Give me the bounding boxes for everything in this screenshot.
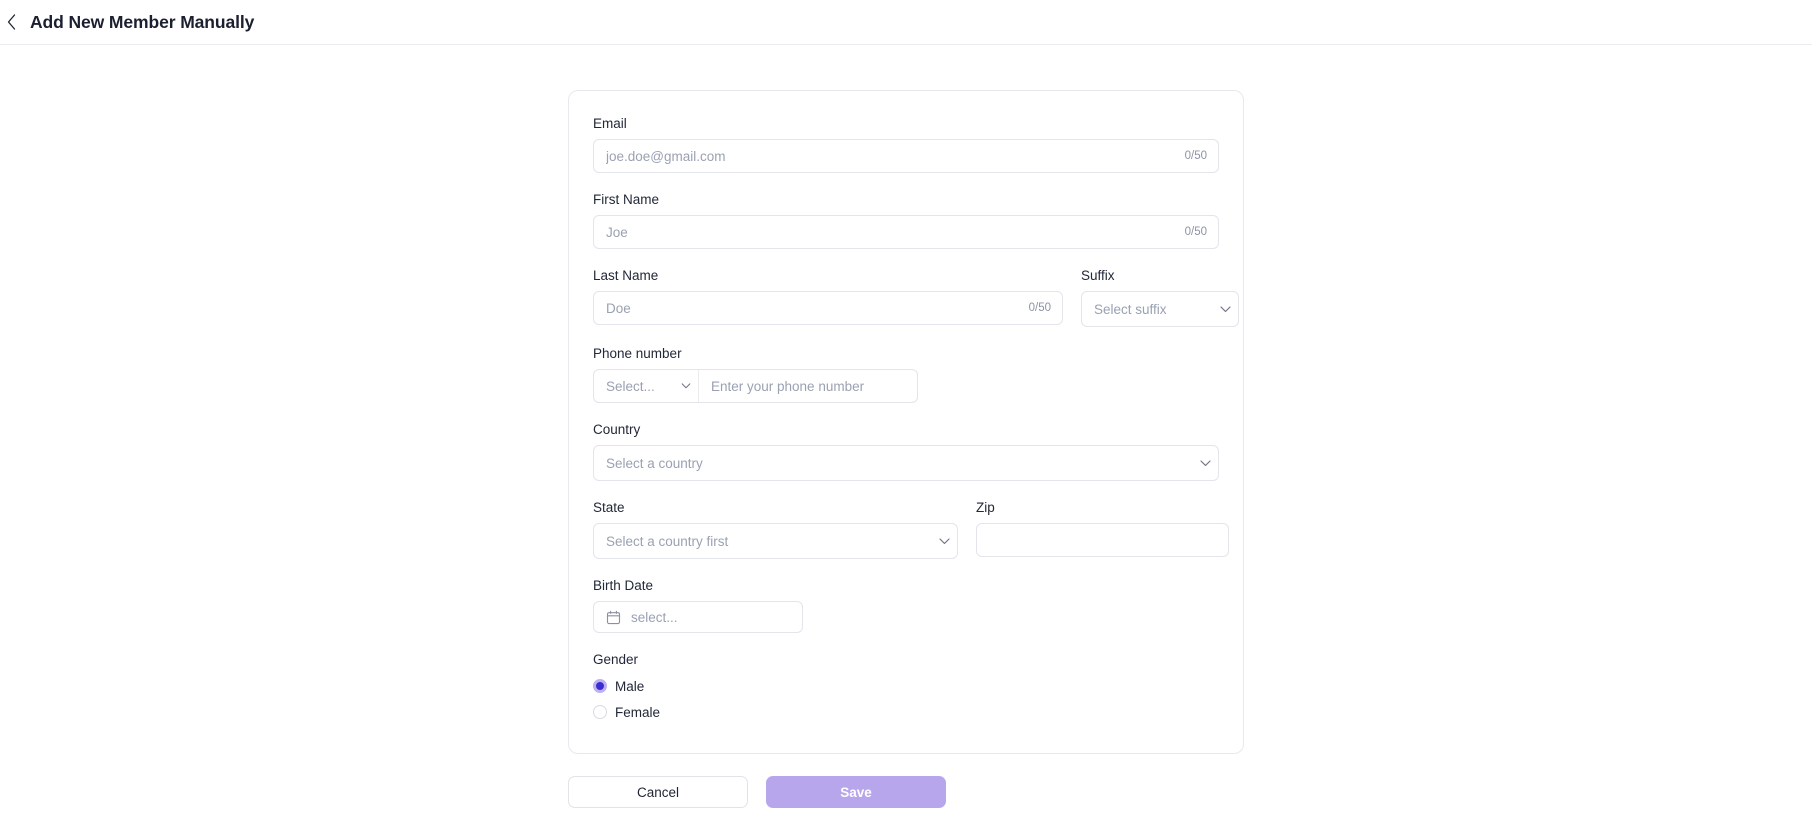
first-name-input-shell[interactable]: 0/50 bbox=[593, 215, 1219, 249]
chevron-down-icon bbox=[1212, 305, 1238, 313]
field-email: Email 0/50 bbox=[593, 115, 1219, 173]
phone-country-code-select[interactable]: Select... bbox=[594, 370, 699, 402]
field-zip: Zip bbox=[976, 499, 1229, 559]
birth-date-picker[interactable]: select... bbox=[593, 601, 803, 633]
suffix-label: Suffix bbox=[1081, 268, 1115, 283]
last-name-input-shell[interactable]: 0/50 bbox=[593, 291, 1063, 325]
save-button[interactable]: Save bbox=[766, 776, 946, 808]
gender-option-female[interactable]: Female bbox=[593, 701, 1219, 723]
cancel-button[interactable]: Cancel bbox=[568, 776, 748, 808]
country-select-value: Select a country bbox=[606, 455, 703, 471]
phone-combo: Select... bbox=[593, 369, 918, 403]
first-name-counter: 0/50 bbox=[1184, 226, 1207, 238]
radio-male-indicator[interactable] bbox=[593, 679, 607, 693]
email-input-shell[interactable]: 0/50 bbox=[593, 139, 1219, 173]
gender-radio-group: Male Female bbox=[593, 675, 1219, 723]
first-name-input[interactable] bbox=[594, 216, 1185, 248]
first-name-label: First Name bbox=[593, 192, 660, 207]
gender-option-male-label: Male bbox=[615, 678, 645, 694]
page-title: Add New Member Manually bbox=[30, 11, 255, 32]
field-first-name: First Name 0/50 bbox=[593, 191, 1219, 249]
last-name-input[interactable] bbox=[594, 292, 1029, 324]
field-gender: Gender Male Female bbox=[593, 651, 1219, 723]
suffix-select[interactable]: Select suffix bbox=[1081, 291, 1239, 327]
state-label: State bbox=[593, 500, 625, 515]
phone-number-label: Phone number bbox=[593, 346, 682, 361]
zip-label: Zip bbox=[976, 500, 995, 515]
state-select[interactable]: Select a country first bbox=[593, 523, 958, 559]
phone-country-code-value: Select... bbox=[606, 378, 655, 394]
row-last-name-suffix: Last Name 0/50 Suffix Select suffix bbox=[593, 267, 1239, 327]
field-state: State Select a country first bbox=[593, 499, 958, 559]
zip-input[interactable] bbox=[977, 524, 1228, 556]
field-phone-number: Phone number Select... bbox=[593, 345, 1219, 403]
birth-date-value: select... bbox=[631, 609, 678, 625]
email-input[interactable] bbox=[594, 140, 1185, 172]
gender-option-female-label: Female bbox=[615, 704, 661, 720]
field-last-name: Last Name 0/50 bbox=[593, 267, 1063, 327]
zip-input-shell[interactable] bbox=[976, 523, 1229, 557]
chevron-left-icon[interactable] bbox=[2, 10, 20, 34]
suffix-select-value: Select suffix bbox=[1094, 301, 1167, 317]
state-select-value: Select a country first bbox=[606, 533, 729, 549]
form-wrapper: Email 0/50 First Name 0/50 Last Name bbox=[568, 90, 1244, 808]
country-select[interactable]: Select a country bbox=[593, 445, 1219, 481]
row-state-zip: State Select a country first Zip bbox=[593, 499, 1229, 559]
gender-label: Gender bbox=[593, 652, 639, 667]
page-header: Add New Member Manually bbox=[0, 0, 1812, 45]
chevron-down-icon bbox=[931, 537, 957, 545]
birth-date-label: Birth Date bbox=[593, 578, 654, 593]
radio-female-indicator[interactable] bbox=[593, 705, 607, 719]
country-label: Country bbox=[593, 422, 641, 437]
calendar-icon bbox=[606, 610, 621, 625]
email-label: Email bbox=[593, 116, 627, 131]
chevron-down-icon bbox=[1192, 459, 1218, 467]
field-birth-date: Birth Date select... bbox=[593, 577, 1219, 633]
add-member-form-card: Email 0/50 First Name 0/50 Last Name bbox=[568, 90, 1244, 754]
email-counter: 0/50 bbox=[1184, 150, 1207, 162]
field-country: Country Select a country bbox=[593, 421, 1219, 481]
last-name-label: Last Name bbox=[593, 268, 659, 283]
last-name-counter: 0/50 bbox=[1028, 302, 1051, 314]
chevron-down-icon bbox=[674, 383, 698, 389]
phone-number-input[interactable] bbox=[699, 370, 917, 402]
page-body: Email 0/50 First Name 0/50 Last Name bbox=[0, 45, 1812, 808]
form-actions: Cancel Save bbox=[568, 776, 1244, 808]
gender-option-male[interactable]: Male bbox=[593, 675, 1219, 697]
field-suffix: Suffix Select suffix bbox=[1081, 267, 1239, 327]
